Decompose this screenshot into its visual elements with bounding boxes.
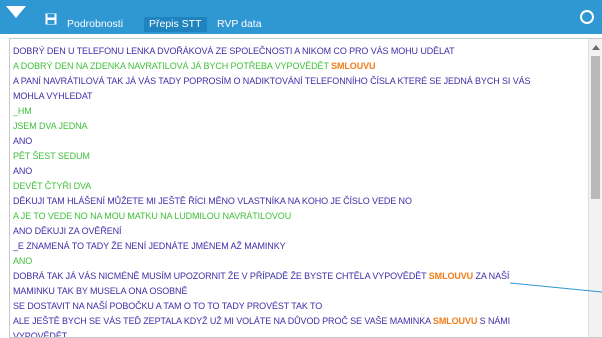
tab-rvp-data[interactable]: RVP data [212,17,267,32]
transcript-text: S NÁMI [477,316,511,326]
keyword-highlight: SMLOUVU [428,271,474,281]
transcript-line: DĚKUJI TAM HLÁŠENÍ MŮŽETE MI JEŠTĚ ŘÍCI … [13,196,412,206]
transcript-line: ANO [13,166,33,176]
transcript-line: VYPOVĚDĚT [13,331,68,338]
transcript-text: ALE JEŠTĚ BYCH SE VÁS TEĎ ZEPTALA KDYŽ U… [13,316,433,326]
transcript-line: PĚT ŠEST SEDUM [13,151,90,161]
transcript-text: ZA NAŠÍ [473,271,510,281]
transcript-line: ANO DĚKUJI ZA OVĚŘENÍ [13,226,122,236]
transcript-line: MOHLA VYHLEDAT [13,91,93,101]
transcript-lines: DOBRÝ DEN U TELEFONU LENKA DVOŘÁKOVÁ ZE … [13,44,585,338]
tab-stt-transcript[interactable]: Přepis STT [144,17,207,32]
transcript-panel: DOBRÝ DEN U TELEFONU LENKA DVOŘÁKOVÁ ZE … [9,38,602,338]
transcript-line: A DOBRÝ DEN NA ZDENKA NAVRATILOVÁ JÁ BYC… [13,59,585,74]
transcript-line: SE DOSTAVIT NA NAŠÍ POBOČKU A TAM O TO T… [13,301,323,311]
transcript-line: DOBRÝ DEN U TELEFONU LENKA DVOŘÁKOVÁ ZE … [13,46,455,56]
transcript-line: MAMINKU TAK BY MUSELA ONA OSOBNĚ [13,286,188,296]
vertical-scrollbar[interactable] [588,39,602,337]
keyword-highlight: SMLOUVU [331,61,376,71]
toolbar: Podrobnosti Přepis STT RVP data [0,0,602,34]
stt-transcript-window: Podrobnosti Přepis STT RVP data DOBRÝ DE… [0,0,602,338]
transcript-text: DOBRÁ TAK JÁ VÁS NICMÉNĚ MUSÍM UPOZORNIT… [13,271,429,281]
keyword-highlight: SMLOUVU [432,316,478,326]
scroll-thumb[interactable] [591,56,600,199]
chevron-down-icon[interactable] [6,6,26,18]
transcript-line: JSEM DVA JEDNA [13,121,88,131]
transcript-line: ANO [13,256,33,266]
floppy-disk-icon[interactable] [45,13,57,25]
transcript-line: ALE JEŠTĚ BYCH SE VÁS TEĎ ZEPTALA KDYŽ U… [13,314,585,329]
transcript-text: A DOBRÝ DEN NA ZDENKA NAVRATILOVÁ JÁ BYC… [13,61,332,71]
transcript-line: A PANÍ NAVRÁTILOVÁ TAK JÁ VÁS TADY POPRO… [13,76,531,86]
transcript-line: ANO [13,136,33,146]
tab-details[interactable]: Podrobnosti [62,17,129,32]
circle-icon [570,0,602,34]
transcript-line: DOBRÁ TAK JÁ VÁS NICMÉNĚ MUSÍM UPOZORNIT… [13,269,585,284]
transcript-line: _HM [13,106,32,116]
scroll-up-arrow-icon[interactable] [592,45,600,50]
transcript-line: A JE TO VEDE NO NA MOU MATKU NA LUDMILOU… [13,211,292,221]
transcript-line: DEVĚT ČTYŘI DVA [13,181,92,191]
transcript-line: _E ZNAMENÁ TO TADY ŽE NENÍ JEDNÁTE JMÉNE… [13,241,286,251]
